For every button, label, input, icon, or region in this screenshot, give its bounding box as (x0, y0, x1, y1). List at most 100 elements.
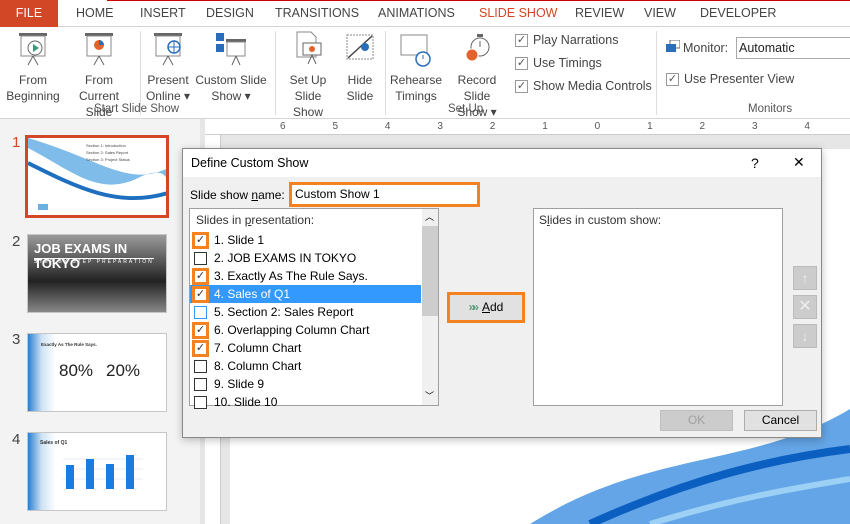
slide-thumbnail-2[interactable]: JOB EXAMS IN TOKYO STEP BY STEP PREPARAT… (27, 234, 167, 313)
custom-slide-show-button[interactable]: Custom Slide Show ▾ (194, 31, 268, 104)
list-header: Slides in presentation: (196, 213, 314, 227)
from-beginning-button[interactable]: From Beginning (4, 31, 62, 104)
present-online-button[interactable]: Present Online ▾ (144, 31, 192, 104)
checkbox[interactable]: ✓ (192, 231, 209, 249)
cancel-button[interactable]: Cancel (744, 410, 817, 431)
slide-thumbnail-3[interactable]: Exactly As The Rule Says. 80% 20% (27, 333, 167, 412)
move-up-button[interactable]: ↑ (793, 266, 817, 290)
tab-file[interactable]: FILE (0, 0, 58, 27)
tick: 4 (804, 121, 810, 132)
label: Play Narrations (533, 33, 619, 47)
slide-label: 6. Overlapping Column Chart (214, 323, 370, 337)
name-label: Slide show name: (190, 188, 285, 202)
monitor-select[interactable]: Automatic (736, 37, 850, 59)
tick: 1 (542, 121, 548, 132)
use-timings-checkbox[interactable]: ✓ Use Timings (515, 56, 602, 70)
x-icon: ✕ (798, 298, 812, 315)
label: Hide (347, 73, 373, 87)
slide-thumbnail-1[interactable]: Section 1: Introduction Section 2: Sales … (25, 135, 169, 218)
slide-list-item[interactable]: ✓ 3. Exactly As The Rule Says. (190, 267, 421, 285)
custom-show-icon (214, 31, 248, 69)
bar (86, 459, 94, 489)
label: Slide Show (292, 89, 324, 119)
presentation-board-icon (82, 31, 116, 69)
tab-home[interactable]: HOME (76, 6, 114, 20)
tick: 6 (280, 121, 286, 132)
slide-label: 9. Slide 9 (214, 377, 265, 391)
slide-thumbnail-4[interactable]: Sales of Q1 (27, 432, 167, 511)
checkbox[interactable] (194, 395, 207, 409)
tab-developer[interactable]: DEVELOPER (700, 6, 776, 20)
set-up-slide-show-button[interactable]: Set Up Slide Show (278, 31, 338, 120)
label: Rehearse (389, 73, 443, 87)
slide-label: 2. JOB EXAMS IN TOKYO (214, 251, 357, 265)
ok-button[interactable]: OK (660, 410, 733, 431)
line: Section 1: Introduction (86, 143, 126, 148)
label: Use Timings (533, 56, 602, 70)
scroll-down-arrow-icon[interactable]: ﹀ (425, 389, 434, 402)
slide-list-item[interactable]: ✓ 4. Sales of Q1 (190, 285, 421, 303)
label-part: A (481, 300, 490, 314)
hide-slide-button[interactable]: Hide Slide (342, 31, 378, 104)
tab-insert[interactable]: INSERT (140, 6, 186, 20)
slide-show-name-input[interactable]: Custom Show 1 (289, 182, 480, 207)
checkbox[interactable]: ✓ (192, 285, 209, 303)
label-part: ame: (258, 188, 285, 202)
add-button[interactable]: »» Add (447, 292, 525, 323)
remove-button[interactable]: ✕ (793, 295, 817, 319)
tick: 1 (647, 121, 653, 132)
slide-list-item[interactable]: 5. Section 2: Sales Report (190, 303, 421, 321)
tick: 0 (594, 121, 601, 132)
tick: 5 (332, 121, 338, 132)
group-label-start-slide-show: Start Slide Show (94, 103, 180, 115)
scroll-up-arrow-icon[interactable]: ︿ (425, 210, 434, 223)
slide-number: 3 (12, 331, 21, 348)
checkbox[interactable] (194, 359, 207, 373)
checkbox[interactable]: ✓ (192, 339, 209, 357)
tab-animations[interactable]: ANIMATIONS (378, 6, 455, 20)
stat-value: 80% (59, 361, 94, 380)
bar (126, 455, 134, 489)
slide-list-item[interactable]: ✓ 1. Slide 1 (190, 231, 421, 249)
record-icon (460, 31, 494, 69)
label: Use Presenter View (684, 72, 795, 86)
mini-chart (63, 455, 143, 489)
monitor-label: Monitor: (683, 41, 729, 55)
checkbox[interactable] (194, 305, 207, 319)
show-media-controls-checkbox[interactable]: ✓ Show Media Controls (515, 79, 652, 93)
play-narrations-checkbox[interactable]: ✓ Play Narrations (515, 33, 618, 47)
slide-title: Exactly As The Rule Says. (41, 342, 97, 347)
tab-review[interactable]: REVIEW (575, 6, 624, 20)
scrollbar-thumb[interactable] (422, 226, 438, 316)
help-button[interactable]: ? (751, 155, 759, 171)
slide-list-item[interactable]: ✓ 6. Overlapping Column Chart (190, 321, 421, 339)
checkmark-icon: ✓ (515, 79, 528, 93)
label: From (19, 73, 47, 87)
globe-presentation-icon (151, 31, 185, 69)
slide-list-item[interactable]: 9. Slide 9 (190, 375, 421, 393)
scrollbar[interactable]: ︿ ﹀ (422, 209, 438, 405)
rehearse-timings-button[interactable]: Rehearse Timings (389, 31, 443, 104)
slides-in-custom-show-list[interactable]: Slides in custom show: (533, 208, 783, 406)
checkbox[interactable]: ✓ (192, 267, 209, 285)
group-label-set-up: Set Up (448, 103, 484, 115)
ribbon: From Beginning From Current Slide Present O… (0, 27, 850, 119)
slide-list-item[interactable]: 2. JOB EXAMS IN TOKYO (190, 249, 421, 267)
close-button[interactable]: ✕ (793, 154, 805, 171)
move-down-button[interactable]: ↓ (793, 324, 817, 348)
slide-thumbnail-pane: 1 Section 1: Introduction Section 2: Sale… (0, 119, 200, 524)
checkbox[interactable] (194, 251, 207, 265)
slide-number: 4 (12, 431, 21, 448)
slide-list-item[interactable]: 10. Slide 10 (190, 393, 421, 411)
slide-list-item[interactable]: ✓ 7. Column Chart (190, 339, 421, 357)
tab-design[interactable]: DESIGN (206, 6, 254, 20)
use-presenter-view-checkbox[interactable]: ✓ Use Presenter View (666, 72, 794, 86)
tab-slide-show[interactable]: SLIDE SHOW (479, 6, 558, 20)
tab-transitions[interactable]: TRANSITIONS (275, 6, 359, 20)
slide-list-item[interactable]: 8. Column Chart (190, 357, 421, 375)
tab-view[interactable]: VIEW (644, 6, 676, 20)
define-custom-show-dialog: Define Custom Show ? ✕ Slide show name: … (182, 148, 822, 438)
slides-in-presentation-list[interactable]: Slides in presentation: ✓ 1. Slide 1 2. JO… (189, 208, 439, 409)
checkbox[interactable]: ✓ (192, 321, 209, 339)
checkbox[interactable] (194, 377, 207, 391)
